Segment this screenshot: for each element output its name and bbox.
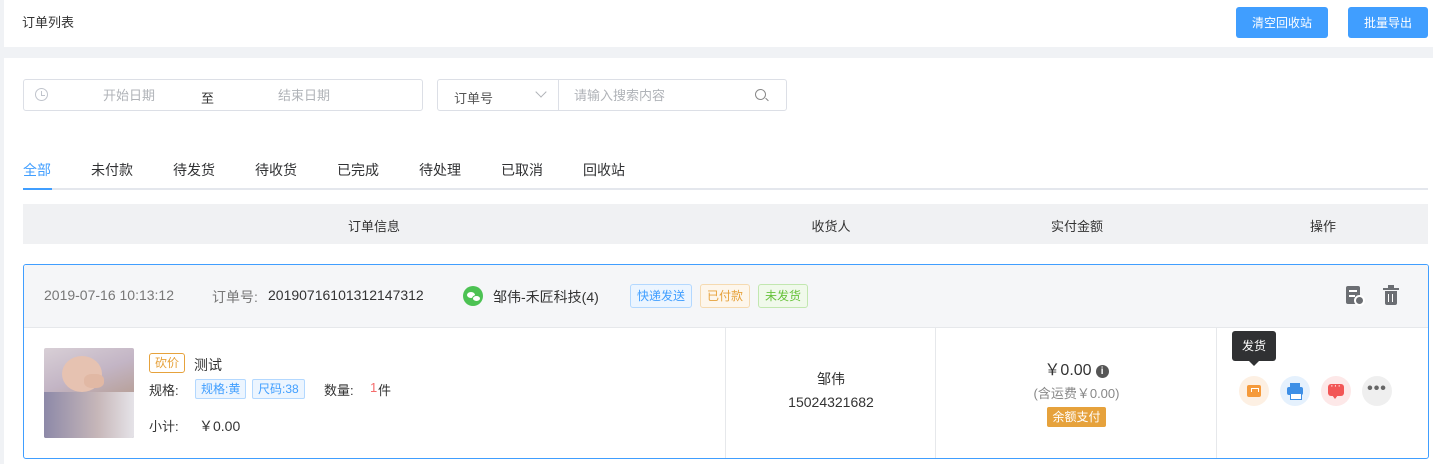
order-no-label: 订单号:: [212, 289, 258, 305]
paid-amount: ￥0.00: [1044, 362, 1092, 379]
order-datetime: 2019-07-16 10:13:12: [44, 287, 174, 303]
status-tabs: 全部 未付款 待发货 待收货 已完成 待处理 已取消 回收站: [23, 154, 1428, 190]
print-button[interactable]: [1280, 376, 1310, 406]
search-input[interactable]: [574, 86, 744, 104]
trash-icon[interactable]: [1381, 285, 1403, 307]
spec-size-tag: 尺码:38: [252, 379, 305, 399]
active-tab-indicator: [23, 188, 52, 190]
order-no: 20190716101312147312: [268, 287, 424, 303]
tab-unpaid[interactable]: 未付款: [91, 160, 133, 180]
receiver-name: 邹伟: [817, 371, 845, 387]
search-field-value: 订单号: [454, 91, 494, 106]
tab-pending[interactable]: 待处理: [419, 160, 461, 180]
header-actions: 操作: [1309, 219, 1337, 234]
receiver-phone: 15024321682: [788, 394, 874, 410]
tab-cancelled[interactable]: 已取消: [501, 160, 543, 180]
more-icon: •••: [1367, 380, 1387, 397]
search-group: 订单号: [437, 79, 787, 111]
clear-recycle-button[interactable]: 清空回收站: [1236, 7, 1328, 38]
document-ban-icon[interactable]: [1344, 285, 1366, 307]
clock-icon: [35, 88, 48, 101]
tab-recycle-bin[interactable]: 回收站: [583, 160, 625, 180]
tab-completed[interactable]: 已完成: [337, 160, 379, 180]
ship-icon: [1247, 385, 1261, 397]
search-field-select[interactable]: 订单号: [438, 80, 559, 110]
chevron-down-icon: [535, 86, 547, 98]
top-bar: 订单列表 清空回收站 批量导出: [4, 0, 1433, 47]
unshipped-tag: 未发货: [758, 284, 809, 308]
subtotal-value: ￥0.00: [199, 418, 241, 434]
header-paid-amount: 实付金额: [1050, 219, 1104, 234]
ship-button[interactable]: [1239, 376, 1269, 406]
more-button[interactable]: •••: [1362, 376, 1392, 406]
tab-to-receive[interactable]: 待收货: [255, 160, 297, 180]
quantity-value: 1: [370, 380, 378, 395]
page-title: 订单列表: [22, 15, 75, 30]
header-receiver: 收货人: [811, 219, 851, 234]
product-name: 测试: [194, 357, 222, 373]
delivery-tag: 快递发送: [630, 284, 693, 308]
product-image[interactable]: [44, 348, 134, 438]
print-icon: [1287, 383, 1303, 400]
bargain-badge: 砍价: [149, 353, 186, 373]
end-date-input[interactable]: [239, 86, 369, 104]
subtotal-label: 小计:: [149, 419, 179, 434]
start-date-input[interactable]: [64, 86, 194, 104]
receiver-cell: 邹伟 15024321682: [726, 368, 936, 414]
range-separator: 至: [201, 91, 215, 106]
spec-label: 规格:: [149, 383, 179, 398]
payment-cell: ￥0.00 i (含运费￥0.00) 余额支付: [936, 356, 1217, 427]
info-icon[interactable]: i: [1095, 365, 1109, 378]
paid-tag: 已付款: [700, 284, 751, 308]
spec-color-tag: 规格:黄: [195, 379, 247, 399]
order-body: 砍价 测试 规格: 规格:黄 尺码:38 数量: 1 件 小计: ￥0.00 邹…: [24, 328, 1428, 458]
message-button[interactable]: [1321, 376, 1351, 406]
search-icon[interactable]: [755, 89, 766, 100]
tab-to-ship[interactable]: 待发货: [173, 160, 215, 180]
order-header: 2019-07-16 10:13:12 订单号: 201907161013121…: [24, 265, 1428, 328]
header-order-info: 订单信息: [347, 219, 401, 234]
date-range-picker[interactable]: 至: [23, 79, 423, 111]
ship-tooltip: 发货: [1232, 331, 1276, 366]
batch-export-button[interactable]: 批量导出: [1348, 7, 1428, 38]
order-card: 2019-07-16 10:13:12 订单号: 201907161013121…: [23, 264, 1429, 459]
tab-all[interactable]: 全部: [23, 160, 51, 180]
payment-method-tag: 余额支付: [1047, 407, 1106, 427]
main-content: 至 订单号 全部 未付款 待发货 待收货 已完成 待处理 已取消 回收站 订单信…: [4, 58, 1433, 464]
buyer-name: 邹伟-禾匠科技(4): [493, 289, 599, 305]
shipping-note: (含运费￥0.00): [1033, 386, 1120, 401]
table-header: 订单信息 收货人 实付金额 操作: [23, 204, 1428, 244]
quantity-unit: 件: [378, 383, 392, 398]
wechat-icon: [463, 286, 483, 306]
quantity-label: 数量:: [324, 383, 354, 398]
